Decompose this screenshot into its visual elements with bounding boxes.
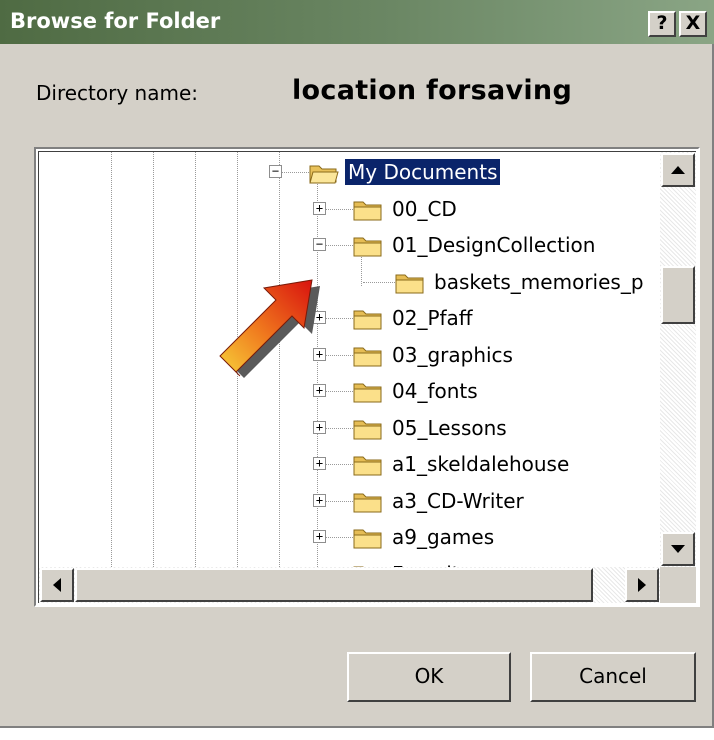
scroll-down-button[interactable] bbox=[661, 532, 695, 566]
expand-button[interactable]: + bbox=[313, 421, 326, 434]
tree-item[interactable]: +04_fonts bbox=[39, 375, 659, 409]
tree-item-label: 05_Lessons bbox=[392, 416, 507, 440]
arrow-left-icon bbox=[53, 578, 61, 592]
tree-item[interactable]: − My Documents bbox=[39, 156, 659, 190]
folder-icon bbox=[353, 237, 382, 257]
help-button[interactable]: ? bbox=[648, 11, 676, 37]
cancel-button[interactable]: Cancel bbox=[530, 652, 696, 702]
tree-item-label: 04_fonts bbox=[392, 379, 478, 403]
tree-item-label: a9_games bbox=[392, 525, 495, 549]
folder-tree[interactable]: − My Documents +00_CD − 01_DesignCollectionb… bbox=[34, 147, 700, 607]
close-button[interactable]: X bbox=[679, 11, 707, 37]
tree-item[interactable]: + a3_CD-Writer bbox=[39, 485, 659, 519]
tree-item[interactable]: + a9_games bbox=[39, 521, 659, 555]
tree-item-label: 01_DesignCollection bbox=[392, 233, 596, 257]
horizontal-scroll-thumb[interactable] bbox=[75, 568, 593, 602]
ok-button[interactable]: OK bbox=[347, 652, 511, 702]
tree-item[interactable]: baskets_memories_p bbox=[39, 266, 659, 300]
tree-item-label: 00_CD bbox=[392, 197, 457, 221]
tree-item-label: a1_skeldalehouse bbox=[392, 452, 570, 476]
collapse-button[interactable]: − bbox=[313, 238, 326, 251]
tree-item-label: baskets_memories_p bbox=[434, 270, 644, 294]
horizontal-scrollbar[interactable] bbox=[39, 567, 660, 603]
window-title: Browse for Folder bbox=[10, 9, 221, 33]
folder-icon bbox=[353, 201, 382, 221]
folder-icon bbox=[353, 383, 382, 403]
folder-icon bbox=[353, 529, 382, 549]
tree-item-label: My Documents bbox=[345, 159, 501, 185]
tree-item[interactable]: +02_Pfaff bbox=[39, 302, 659, 336]
arrow-up-icon bbox=[671, 166, 685, 174]
arrow-right-icon bbox=[638, 578, 646, 592]
folder-icon bbox=[353, 347, 382, 367]
red-arrow-pointer-icon bbox=[219, 279, 320, 384]
scrollbar-corner bbox=[660, 567, 696, 603]
scroll-up-button[interactable] bbox=[661, 153, 695, 187]
arrow-down-icon bbox=[671, 545, 685, 553]
scroll-right-button[interactable] bbox=[625, 568, 659, 602]
tree-item-label: a3_CD-Writer bbox=[392, 489, 524, 513]
vertical-scroll-thumb[interactable] bbox=[661, 266, 695, 324]
directory-name-label: Directory name: bbox=[36, 81, 198, 105]
expand-button[interactable]: + bbox=[313, 530, 326, 543]
tree-item[interactable]: +05_Lessons bbox=[39, 412, 659, 446]
folder-icon bbox=[353, 493, 382, 513]
expand-button[interactable]: + bbox=[313, 457, 326, 470]
tree-item-label: 02_Pfaff bbox=[392, 306, 473, 330]
tree-item[interactable]: − 01_DesignCollection bbox=[39, 229, 659, 263]
expand-button[interactable]: + bbox=[313, 494, 326, 507]
folder-icon bbox=[353, 420, 382, 440]
collapse-button[interactable]: − bbox=[269, 165, 282, 178]
tree-item[interactable]: +00_CD bbox=[39, 193, 659, 227]
folder-tree-viewport: − My Documents +00_CD − 01_DesignCollectionb… bbox=[38, 151, 696, 603]
vertical-scrollbar[interactable] bbox=[660, 152, 696, 567]
folder-icon bbox=[353, 310, 382, 330]
directory-name-value: location forsaving bbox=[292, 75, 573, 106]
expand-button[interactable]: + bbox=[313, 202, 326, 215]
folder-icon bbox=[353, 456, 382, 476]
expand-button[interactable]: + bbox=[313, 384, 326, 397]
tree-item[interactable]: +03_graphics bbox=[39, 339, 659, 373]
tree-item-label: 03_graphics bbox=[392, 343, 513, 367]
browse-for-folder-dialog: Browse for Folder ? X Directory name: lo… bbox=[0, 0, 714, 728]
folder-open-icon bbox=[309, 165, 339, 184]
title-bar[interactable]: Browse for Folder ? X bbox=[0, 0, 714, 44]
scroll-left-button[interactable] bbox=[40, 568, 74, 602]
tree-item[interactable]: + a1_skeldalehouse bbox=[39, 448, 659, 482]
folder-icon bbox=[395, 274, 424, 294]
